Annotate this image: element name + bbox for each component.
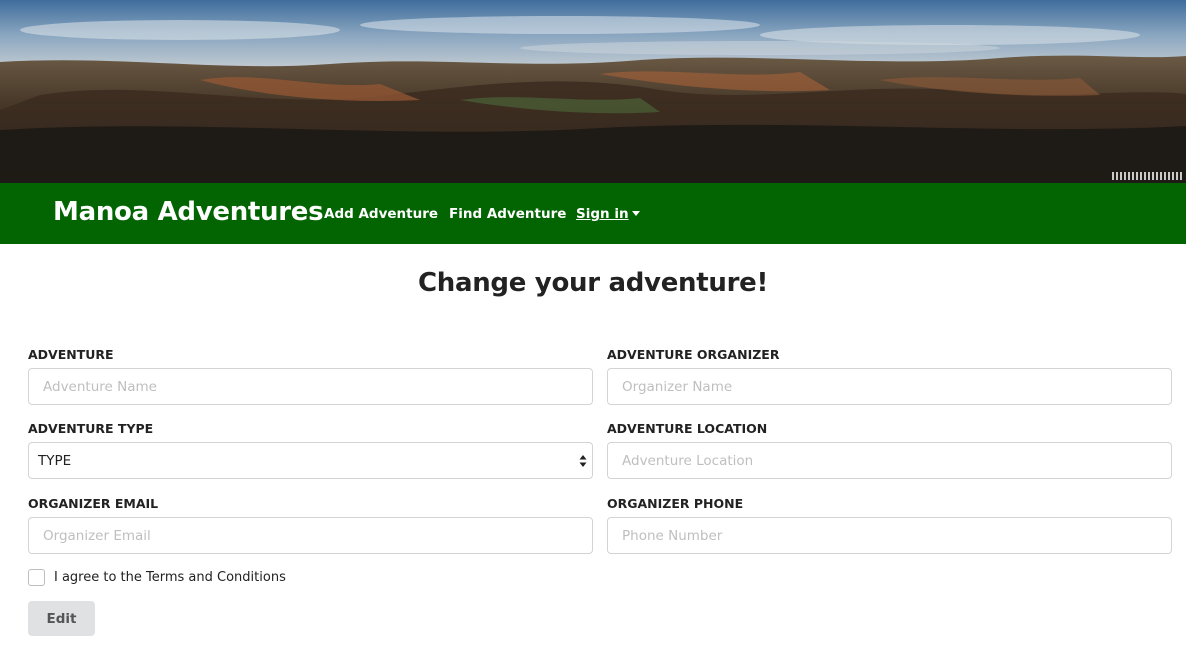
adventure-location-input[interactable] [607, 442, 1172, 479]
photo-watermark [1112, 172, 1182, 180]
organizer-name-input[interactable] [607, 368, 1172, 405]
organizer-phone-label: ORGANIZER PHONE [607, 496, 744, 511]
adventure-name-input[interactable] [28, 368, 593, 405]
organizer-email-input[interactable] [28, 517, 593, 554]
adventure-label: ADVENTURE [28, 347, 114, 362]
adventure-location-label: ADVENTURE LOCATION [607, 421, 768, 436]
adventure-type-selected: TYPE [38, 452, 72, 469]
nav-add-adventure[interactable]: Add Adventure [324, 206, 438, 222]
terms-checkbox[interactable] [28, 569, 45, 586]
edit-button[interactable]: Edit [28, 601, 95, 636]
mountain-landscape-graphic [0, 0, 1186, 183]
nav-find-adventure[interactable]: Find Adventure [449, 206, 566, 222]
terms-label[interactable]: I agree to the Terms and Conditions [54, 570, 286, 585]
header-banner-image [0, 0, 1186, 183]
caret-down-icon [631, 210, 640, 216]
organizer-email-label: ORGANIZER EMAIL [28, 496, 159, 511]
select-arrows-icon [579, 455, 587, 467]
sign-in-label: Sign in [576, 206, 629, 222]
adventure-type-select[interactable]: TYPE [28, 442, 593, 479]
organizer-phone-input[interactable] [607, 517, 1172, 554]
brand-logo-text[interactable]: Manoa Adventures [53, 197, 324, 227]
page-title: Change your adventure! [417, 268, 769, 298]
adventure-type-label: ADVENTURE TYPE [28, 421, 154, 436]
top-navbar: Manoa Adventures Add Adventure Find Adve… [0, 183, 1186, 244]
organizer-label: ADVENTURE ORGANIZER [607, 347, 780, 362]
nav-sign-in-dropdown[interactable]: Sign in [576, 206, 640, 222]
